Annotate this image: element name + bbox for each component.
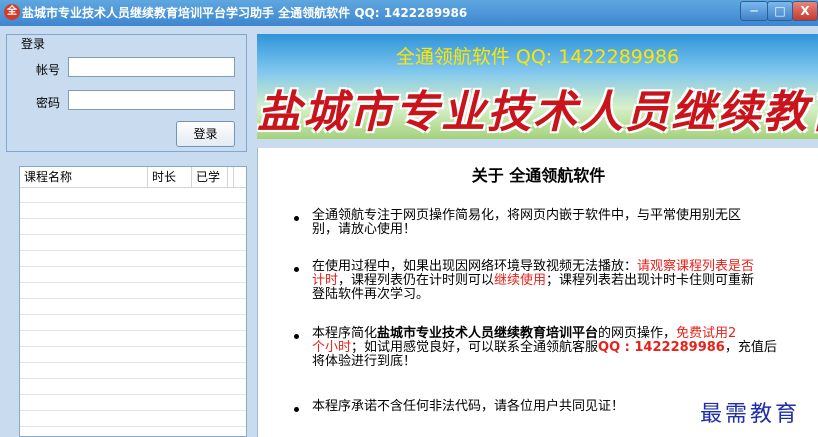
about-paragraph-1: 全通领航专注于网页操作简易化，将网页内嵌于软件中，与平常使用别无区 别，请放心使… [312, 209, 741, 237]
account-label: 帐号 [36, 63, 61, 77]
password-input[interactable] [68, 90, 235, 110]
about-panel: 关于 全通领航软件 全通领航专注于网页操作简易化，将网页内嵌于软件中，与平常使用… [257, 148, 818, 437]
maximize-button[interactable]: □ [767, 1, 793, 21]
table-row[interactable] [20, 251, 246, 267]
about-paragraph-3: 本程序简化盐城市专业技术人员继续教育培训平台的网页操作，免费试用2 个小时；如试… [312, 326, 777, 369]
bullet-icon [294, 407, 299, 412]
table-row[interactable] [20, 299, 246, 315]
table-row[interactable] [20, 363, 246, 379]
column-course-name[interactable]: 课程名称 [20, 167, 148, 187]
app-logo-icon: 全 [4, 4, 20, 20]
account-input[interactable] [68, 57, 235, 77]
table-row[interactable] [20, 315, 246, 331]
bullet-icon [294, 334, 299, 339]
table-row[interactable] [20, 235, 246, 251]
watermark-text: 最需教育 [700, 402, 801, 427]
banner-contact: 全通领航软件 QQ: 1422289986 [395, 46, 680, 68]
bullet-icon [294, 216, 299, 221]
banner-title: 盐城市专业技术人员继续教育培训平台 [257, 87, 818, 138]
about-title: 关于 全通领航软件 [471, 166, 606, 185]
about-paragraph-2: 在使用过程中，如果出现因网络环境导致视频无法播放：请观察课程列表是否 计时，课程… [312, 259, 755, 302]
table-row[interactable] [20, 395, 246, 411]
about-paragraph-4: 本程序承诺不含任何非法代码，请各位用户共同见证！ [312, 399, 625, 414]
table-row[interactable] [20, 331, 246, 347]
table-row[interactable] [20, 347, 246, 363]
p1-line1: 全通领航专注于网页操作简易化，将网页内嵌于软件中，与平常使用别无区 [312, 208, 742, 223]
minimize-button[interactable]: ─ [740, 1, 768, 21]
table-row[interactable] [20, 203, 246, 219]
table-row[interactable] [20, 379, 246, 395]
table-row[interactable] [20, 283, 246, 299]
table-row[interactable] [20, 411, 246, 427]
banner: 全通领航软件 QQ: 1422289986 盐城市专业技术人员继续教育培训平台 [257, 34, 818, 139]
password-label: 密码 [36, 96, 61, 110]
p1-line2: 别，请放心使用！ [312, 222, 417, 237]
login-legend: 登录 [18, 35, 49, 52]
login-button[interactable]: 登录 [176, 121, 235, 147]
course-list[interactable]: 课程名称 时长 已学 [19, 166, 247, 437]
column-duration[interactable]: 时长 [148, 167, 192, 187]
table-row[interactable] [20, 219, 246, 235]
title-bar[interactable]: 全 盐城市专业技术人员继续教育培训平台学习助手 全通领航软件 QQ: 14222… [0, 0, 818, 26]
column-extra [228, 167, 234, 187]
bullet-icon [294, 267, 299, 272]
course-list-header: 课程名称 时长 已学 [20, 167, 246, 188]
close-button[interactable]: X [792, 1, 818, 21]
table-row[interactable] [20, 267, 246, 283]
table-row[interactable] [20, 187, 246, 203]
window-title: 盐城市专业技术人员继续教育培训平台学习助手 全通领航软件 QQ: 1422289… [22, 6, 468, 20]
column-learned[interactable]: 已学 [192, 167, 228, 187]
